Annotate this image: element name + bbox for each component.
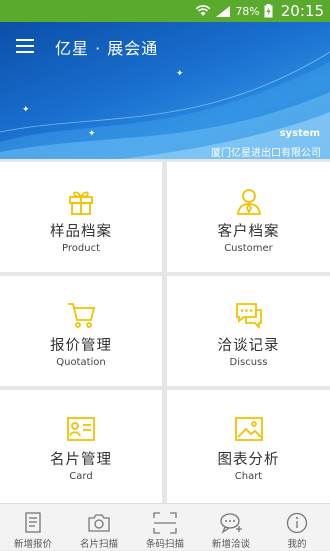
tile-label: 报价管理 xyxy=(50,338,112,354)
sparkle-icon: ✦ xyxy=(88,129,96,139)
battery-percent: 78% xyxy=(235,4,260,18)
header-banner: ✦ ✦ ✦ 亿星 · 展会通 system 厦门亿星进出口有限公司 xyxy=(0,22,330,159)
scan-icon xyxy=(153,512,177,534)
nav-label: 名片扫描 xyxy=(79,539,118,550)
nav-label: 新增洽谈 xyxy=(211,539,250,550)
tile-label: 洽谈记录 xyxy=(217,338,280,354)
tile-label: 样品档案 xyxy=(50,224,112,240)
nav-label: 我的 xyxy=(287,539,307,550)
nav-mine[interactable]: 我的 xyxy=(264,504,330,551)
tile-sublabel: Chart xyxy=(234,471,263,482)
nav-label: 条码扫描 xyxy=(145,539,184,550)
tile-label: 名片管理 xyxy=(50,452,112,468)
tile-customer[interactable]: 客户档案 Customer xyxy=(167,162,330,272)
wifi-icon xyxy=(195,5,211,16)
nav-label: 新增报价 xyxy=(13,539,52,550)
card-icon xyxy=(67,417,95,441)
status-bar: 78% 20:15 xyxy=(0,0,330,22)
tile-sublabel: Customer xyxy=(224,243,273,254)
tile-quotation[interactable]: 报价管理 Quotation xyxy=(0,276,162,386)
clock: 20:15 xyxy=(280,2,324,20)
tile-sublabel: Quotation xyxy=(56,357,106,368)
sparkle-icon: ✦ xyxy=(22,105,30,115)
nav-new-discuss[interactable]: 新增洽谈 xyxy=(198,504,264,551)
tile-sublabel: Product xyxy=(62,243,100,254)
document-icon xyxy=(25,512,41,533)
nav-card-scan[interactable]: 名片扫描 xyxy=(66,504,132,551)
tile-sublabel: Discuss xyxy=(229,357,268,368)
gift-icon xyxy=(69,191,93,215)
app-title: 亿星 · 展会通 xyxy=(55,39,159,58)
chat-add-icon xyxy=(220,513,242,534)
camera-icon xyxy=(88,514,110,532)
module-grid: 样品档案 Product 客户档案 Customer 报价管理 Quotatio… xyxy=(0,159,330,503)
nav-new-quote[interactable]: 新增报价 xyxy=(0,504,66,551)
tile-product[interactable]: 样品档案 Product xyxy=(0,162,162,272)
tile-discuss[interactable]: 洽谈记录 Discuss xyxy=(167,276,330,386)
sparkle-icon: ✦ xyxy=(176,69,184,79)
user-icon xyxy=(236,189,261,215)
nav-barcode-scan[interactable]: 条码扫描 xyxy=(132,504,198,551)
menu-button[interactable] xyxy=(16,38,36,54)
signal-icon xyxy=(216,5,231,17)
company-name: 厦门亿星进出口有限公司 xyxy=(211,148,321,159)
info-icon xyxy=(286,512,308,534)
tile-label: 图表分析 xyxy=(217,452,280,468)
battery-charging-icon xyxy=(264,4,273,18)
chat-icon xyxy=(235,303,262,330)
bottom-nav: 新增报价 名片扫描 条码扫描 新增洽谈 我的 xyxy=(0,503,330,550)
tile-chart[interactable]: 图表分析 Chart xyxy=(167,390,330,503)
tile-card[interactable]: 名片管理 Card xyxy=(0,390,162,503)
tile-label: 客户档案 xyxy=(217,224,280,240)
image-chart-icon xyxy=(234,417,263,441)
tile-sublabel: Card xyxy=(69,471,93,482)
cart-icon xyxy=(68,303,96,328)
user-name: system xyxy=(279,128,320,139)
